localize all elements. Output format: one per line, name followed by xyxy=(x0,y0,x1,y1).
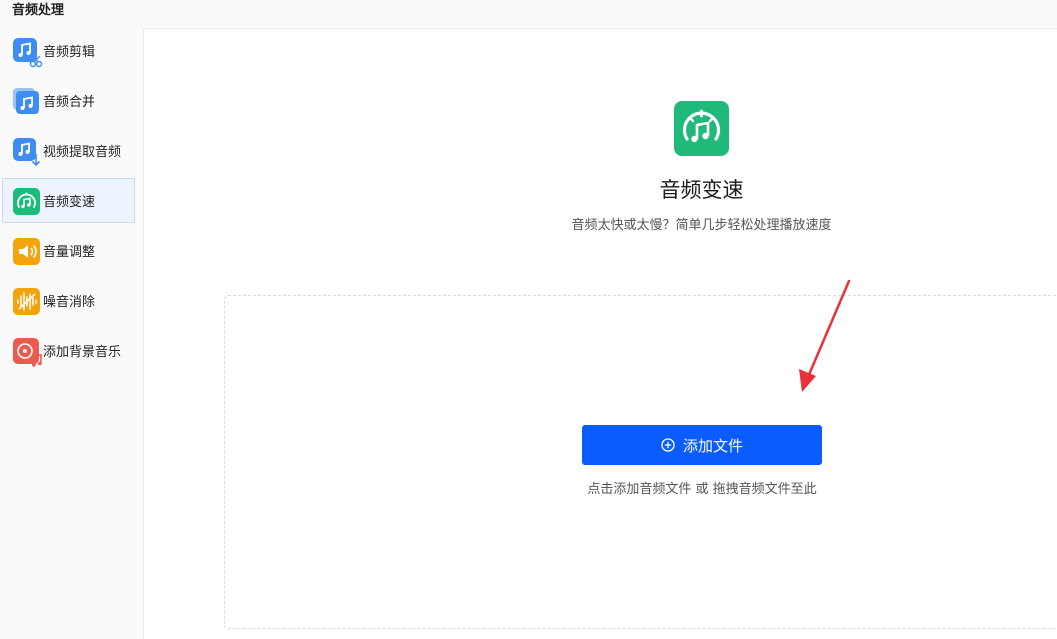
annotation-arrow-icon xyxy=(799,279,851,392)
volume-icon xyxy=(13,237,40,265)
audio-speed-icon xyxy=(13,187,40,215)
app-window: 音频处理 音频剪辑 音频合并 视频提取音频 音频变速 音量调整 噪音消除 添加背… xyxy=(0,0,1057,639)
section-title: 音频处理 xyxy=(12,3,65,18)
sidebar: 音频剪辑 音频合并 视频提取音频 音频变速 音量调整 噪音消除 添加背景音乐 xyxy=(0,28,143,639)
sidebar-item-noise-removal[interactable]: 噪音消除 xyxy=(2,278,135,323)
add-file-button[interactable]: 添加文件 xyxy=(582,425,822,465)
audio-speed-icon xyxy=(674,101,729,156)
sidebar-item-label: 音频变速 xyxy=(43,195,96,210)
background-music-icon xyxy=(13,337,42,367)
sidebar-item-video-extract-audio[interactable]: 视频提取音频 xyxy=(2,128,135,173)
sidebar-item-label: 添加背景音乐 xyxy=(43,345,122,360)
drop-hint: 点击添加音频文件 或 拖拽音频文件至此 xyxy=(587,482,817,497)
sidebar-item-label: 音频剪辑 xyxy=(43,45,96,60)
video-extract-audio-icon xyxy=(13,137,41,166)
sidebar-item-audio-cut[interactable]: 音频剪辑 xyxy=(2,28,135,73)
sidebar-item-volume[interactable]: 音量调整 xyxy=(2,228,135,273)
sidebar-item-audio-merge[interactable]: 音频合并 xyxy=(2,78,135,123)
sidebar-item-audio-speed[interactable]: 音频变速 xyxy=(2,178,135,223)
main-panel: 音频变速 音频太快或太慢？简单几步轻松处理播放速度 添加文件 点击添加音频文件 … xyxy=(143,28,1057,639)
add-file-button-label: 添加文件 xyxy=(682,436,743,455)
noise-removal-icon xyxy=(13,287,40,315)
sidebar-item-label: 音频合并 xyxy=(43,95,96,110)
audio-merge-icon xyxy=(13,87,39,114)
plus-circle-icon xyxy=(661,438,675,452)
sidebar-item-label: 视频提取音频 xyxy=(43,145,122,160)
audio-cut-icon xyxy=(13,37,43,67)
sidebar-item-label: 噪音消除 xyxy=(43,295,96,310)
sidebar-item-label: 音量调整 xyxy=(43,245,96,260)
page-subtitle: 音频太快或太慢？简单几步轻松处理播放速度 xyxy=(571,218,832,233)
page-title: 音频变速 xyxy=(659,178,744,202)
sidebar-item-background-music[interactable]: 添加背景音乐 xyxy=(2,328,135,373)
